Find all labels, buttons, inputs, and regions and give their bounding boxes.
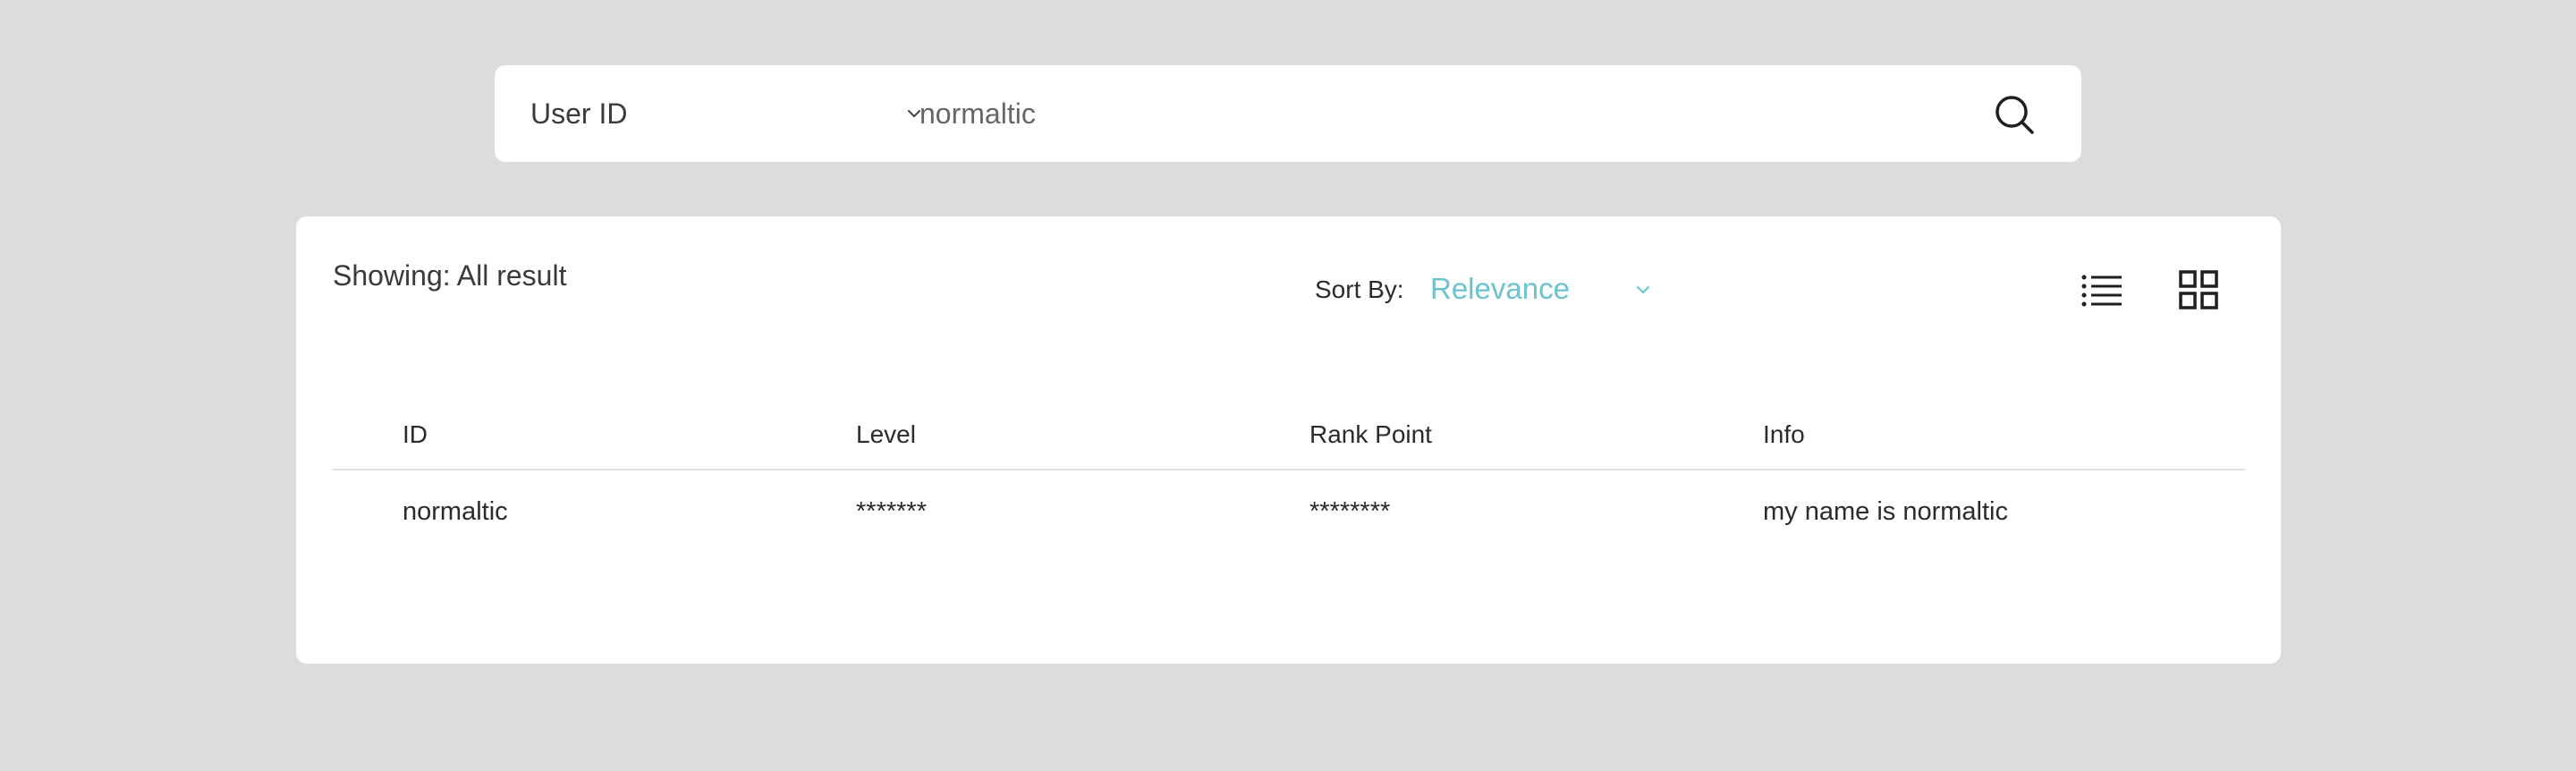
column-header-id[interactable]: ID bbox=[402, 420, 428, 449]
showing-text: Showing: All result bbox=[333, 259, 567, 292]
cell-id: normaltic bbox=[402, 497, 508, 526]
table-header: ID Level Rank Point Info bbox=[332, 404, 2246, 470]
sort-dropdown[interactable]: Relevance bbox=[1430, 268, 1663, 311]
search-type-dropdown[interactable]: User ID bbox=[530, 65, 920, 162]
column-header-level[interactable]: Level bbox=[856, 420, 916, 449]
search-icon[interactable] bbox=[1992, 92, 2037, 137]
results-table: ID Level Rank Point Info normaltic *****… bbox=[332, 404, 2246, 560]
column-header-rank-point[interactable]: Rank Point bbox=[1309, 420, 1432, 449]
list-view-icon[interactable] bbox=[2080, 272, 2123, 308]
cell-info: my name is normaltic bbox=[1763, 497, 2008, 526]
sort-label: Sort By: bbox=[1315, 275, 1404, 303]
column-header-info[interactable]: Info bbox=[1763, 420, 1805, 449]
results-panel: Showing: All result Sort By: Relevance I… bbox=[296, 216, 2281, 664]
search-bar: User ID bbox=[495, 65, 2081, 162]
sort-value: Relevance bbox=[1430, 272, 1570, 305]
cell-rank-point: ******** bbox=[1309, 497, 1391, 526]
chevron-down-icon bbox=[1637, 286, 1649, 293]
table-row[interactable]: normaltic ******* ******** my name is no… bbox=[332, 470, 2246, 560]
search-input[interactable] bbox=[919, 87, 1957, 140]
grid-view-icon[interactable] bbox=[2179, 270, 2218, 309]
search-type-label: User ID bbox=[530, 97, 628, 130]
cell-level: ******* bbox=[856, 497, 927, 526]
